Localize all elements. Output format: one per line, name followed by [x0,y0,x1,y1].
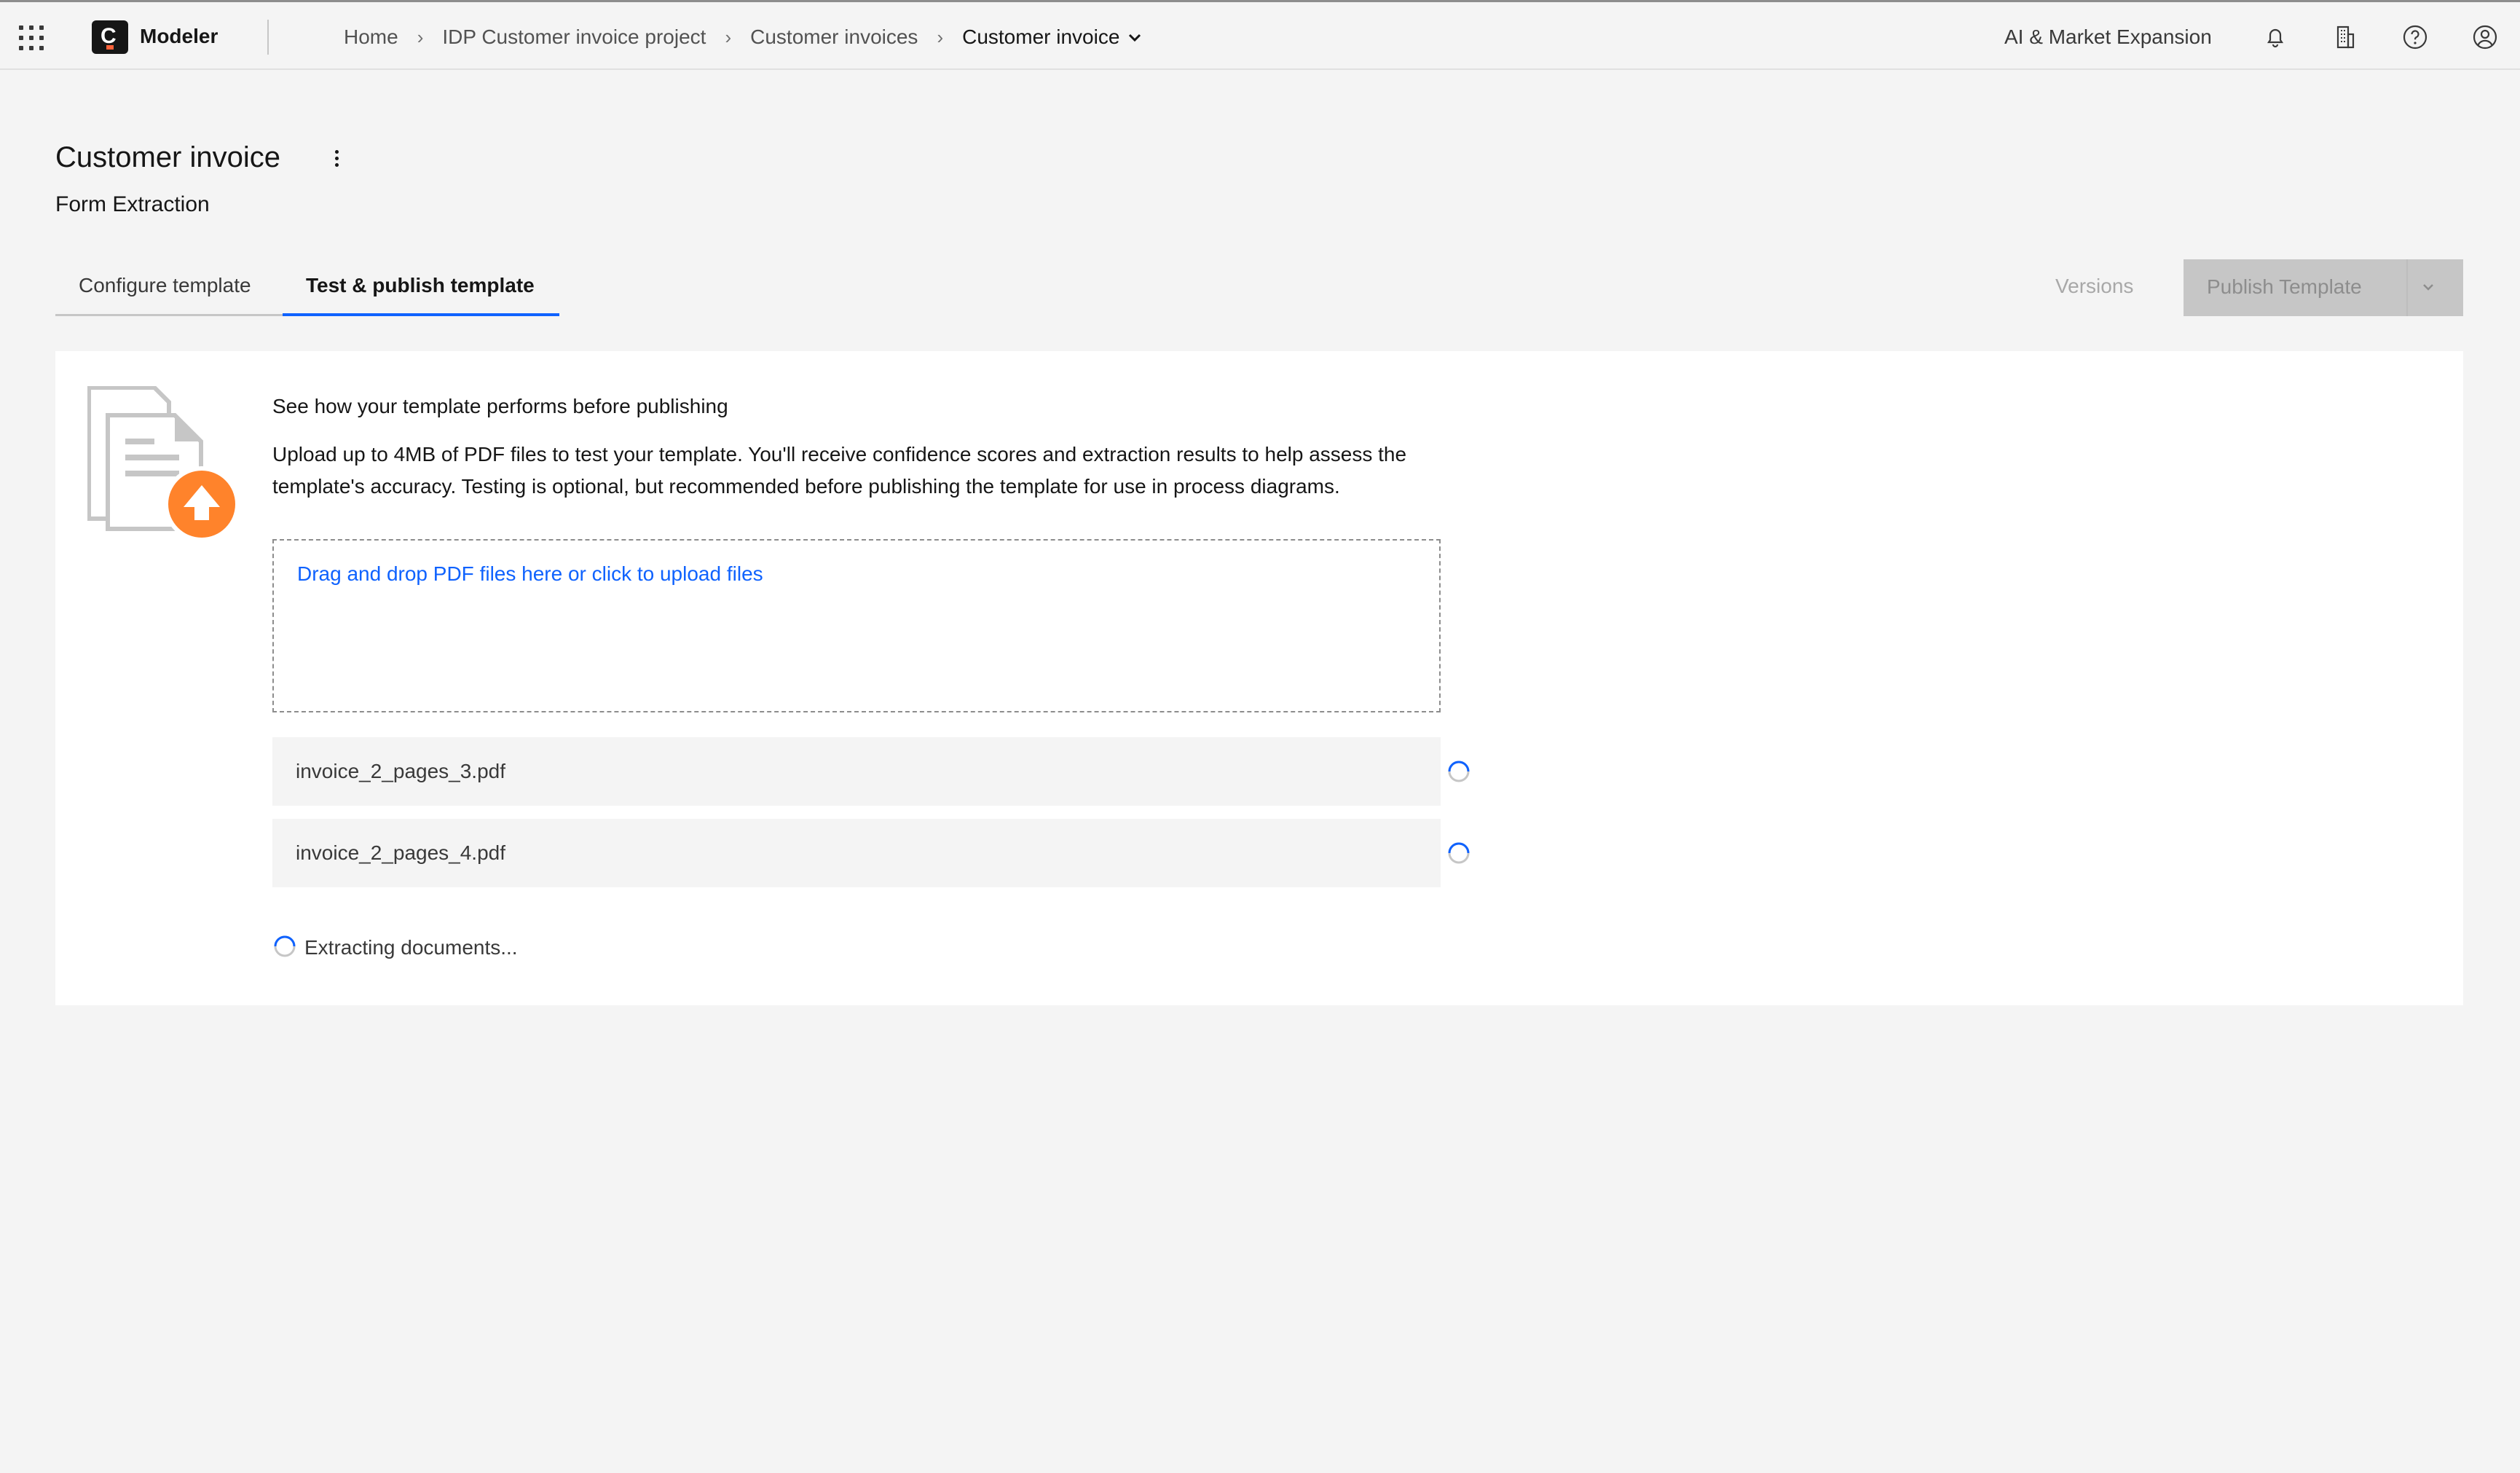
upload-files-link[interactable]: Drag and drop PDF files here or click to… [297,562,763,586]
loading-spinner-icon [272,934,297,964]
publish-template-label: Publish Template [2207,275,2362,298]
app-name[interactable]: Modeler [140,25,218,48]
breadcrumb-folder[interactable]: Customer invoices [750,25,918,48]
breadcrumb-separator: › [417,26,424,48]
chevron-down-icon[interactable] [1127,27,1143,50]
document-upload-icon [87,385,240,554]
breadcrumb-current[interactable]: Customer invoice [962,25,1119,48]
breadcrumb-home[interactable]: Home [344,25,398,48]
tab-test-publish-template[interactable]: Test & publish template [283,261,559,316]
header-divider [267,20,269,55]
breadcrumb-separator: › [937,26,944,48]
app-switcher-icon[interactable] [17,24,47,53]
button-divider [2406,259,2408,316]
loading-spinner-icon [1446,759,1471,787]
top-header: C Modeler Home › IDP Customer invoice proj… [0,0,2520,70]
extraction-status-text: Extracting documents... [304,935,518,959]
breadcrumb-project[interactable]: IDP Customer invoice project [442,25,706,48]
publish-template-button[interactable]: Publish Template [2184,259,2463,316]
page-subtitle: Form Extraction [55,192,210,216]
breadcrumb: Home › IDP Customer invoice project › Custom… [344,25,1143,50]
breadcrumb-separator: › [725,26,732,48]
file-name: invoice_2_pages_3.pdf [296,760,506,782]
file-list-item: invoice_2_pages_3.pdf [272,737,1470,806]
file-dropzone[interactable]: Drag and drop PDF files here or click to… [272,539,1441,712]
user-avatar-icon[interactable] [2470,23,2500,52]
versions-button[interactable]: Versions [2055,275,2133,298]
file-name: invoice_2_pages_4.pdf [296,841,506,864]
organization-icon[interactable] [2331,23,2360,52]
test-template-panel: See how your template performs before pu… [55,351,2463,1005]
tab-configure-template[interactable]: Configure template [55,261,283,316]
extraction-status: Extracting documents... [272,934,518,964]
notification-icon[interactable] [2261,23,2290,52]
camunda-logo[interactable]: C [92,20,128,54]
file-list-item: invoice_2_pages_4.pdf [272,819,1470,887]
overflow-menu-icon[interactable] [332,149,341,169]
loading-spinner-icon [1446,841,1471,869]
test-description: Upload up to 4MB of PDF files to test yo… [272,443,1407,498]
test-heading: See how your template performs before pu… [272,395,728,417]
help-icon[interactable] [2401,23,2430,52]
organization-name[interactable]: AI & Market Expansion [2004,25,2212,49]
page-title: Customer invoice [55,141,281,173]
chevron-down-icon[interactable] [2418,277,2438,301]
